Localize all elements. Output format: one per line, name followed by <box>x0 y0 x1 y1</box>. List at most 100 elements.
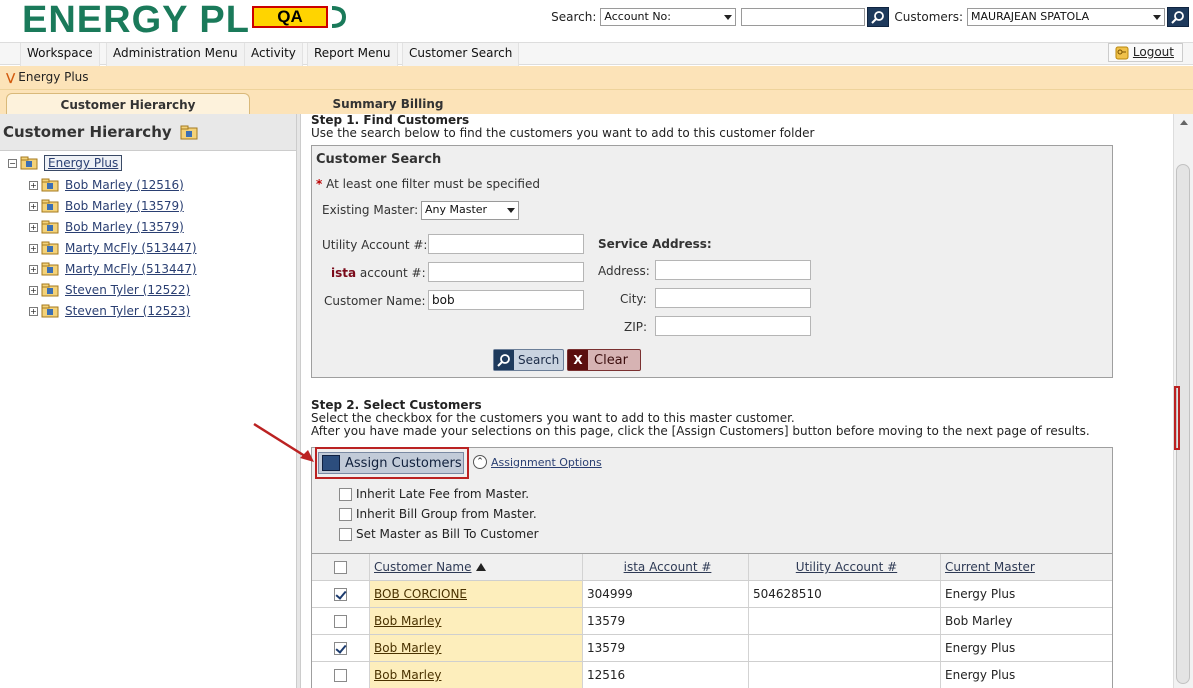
checkbox[interactable] <box>339 487 352 501</box>
double-chevron-down-icon[interactable]: ⋁ <box>6 71 15 84</box>
customer-link[interactable]: BOB CORCIONE <box>374 587 467 601</box>
customer-link[interactable]: Bob Marley <box>374 668 441 682</box>
collapse-icon[interactable]: − <box>8 158 17 168</box>
tree-item-label[interactable]: Bob Marley (13579) <box>65 220 184 234</box>
tree-item-label[interactable]: Marty McFly (513447) <box>65 262 197 276</box>
option-inherit-bill-group[interactable]: Inherit Bill Group from Master. <box>339 507 537 521</box>
cell-current-master: Energy Plus <box>945 587 1016 601</box>
ista-account-label-text: account #: <box>359 266 426 280</box>
expand-icon[interactable]: + <box>29 264 38 274</box>
row-checkbox[interactable] <box>334 587 347 601</box>
assign-customers-button[interactable]: Assign Customers <box>318 452 464 474</box>
clear-button-label: Clear <box>594 352 628 368</box>
expand-icon[interactable]: + <box>29 306 38 316</box>
search-input[interactable] <box>741 8 866 26</box>
utility-account-input[interactable] <box>428 234 584 254</box>
cell-current-master: Energy Plus <box>945 668 1016 682</box>
breadcrumb-label[interactable]: Energy Plus <box>18 70 88 84</box>
expand-icon[interactable]: + <box>29 180 38 190</box>
required-note-text: At least one filter must be specified <box>326 177 540 191</box>
row-checkbox[interactable] <box>334 614 347 628</box>
cell-ista-account: 13579 <box>583 635 749 661</box>
main-nav: Workspace Administration Menu Activity R… <box>0 42 1193 66</box>
ista-brand: ista <box>331 266 357 280</box>
checkbox[interactable] <box>339 507 352 521</box>
main-content: Step 1. Find Customers Use the search be… <box>302 114 1173 688</box>
search-icon <box>871 11 885 24</box>
option-inherit-late-fee[interactable]: Inherit Late Fee from Master. <box>339 487 529 501</box>
checkbox[interactable] <box>339 527 352 541</box>
tree-item-label[interactable]: Steven Tyler (12523) <box>65 304 190 318</box>
row-checkbox[interactable] <box>334 641 347 655</box>
select-all-checkbox[interactable] <box>334 560 347 574</box>
search-button-label: Search <box>518 353 560 367</box>
tree-item[interactable]: + Steven Tyler (12523) <box>29 302 190 320</box>
header-utility-account[interactable]: Utility Account # <box>749 554 941 580</box>
step2-title: Step 2. Select Customers <box>311 398 482 412</box>
tree-item-label[interactable]: Bob Marley (12516) <box>65 178 184 192</box>
search-button[interactable] <box>867 7 890 27</box>
hierarchy-panel-header: Customer Hierarchy <box>0 114 296 151</box>
tab-customer-hierarchy[interactable]: Customer Hierarchy <box>6 93 250 115</box>
cell-current-master: Energy Plus <box>945 641 1016 655</box>
tree-item[interactable]: + Bob Marley (12516) <box>29 176 184 194</box>
tree-item[interactable]: + Marty McFly (513447) <box>29 239 197 257</box>
form-search-button[interactable]: Search <box>493 349 565 371</box>
logout-button[interactable]: Logout <box>1107 43 1183 62</box>
nav-administration-menu[interactable]: Administration Menu <box>106 43 245 66</box>
nav-workspace[interactable]: Workspace <box>20 43 100 66</box>
tree-item[interactable]: + Marty McFly (513447) <box>29 260 197 278</box>
tree-item-label[interactable]: Steven Tyler (12522) <box>65 283 190 297</box>
tree-root-label[interactable]: Energy Plus <box>44 155 123 171</box>
customer-search-form: Customer Search * At least one filter mu… <box>311 145 1113 378</box>
assignment-options-label: Assignment Options <box>491 455 602 469</box>
customer-link[interactable]: Bob Marley <box>374 614 441 628</box>
nav-activity[interactable]: Activity <box>244 43 303 66</box>
chevron-down-icon <box>507 208 515 213</box>
city-input[interactable] <box>655 288 811 308</box>
assignment-options-toggle[interactable]: ⌃ Assignment Options <box>473 455 602 469</box>
key-icon <box>1115 46 1129 59</box>
zip-input[interactable] <box>655 316 811 336</box>
cell-customer-name: Bob Marley <box>370 608 583 634</box>
ista-account-input[interactable] <box>428 262 584 282</box>
required-note: * At least one filter must be specified <box>316 177 540 191</box>
grid-header-row: Customer Name ista Account # Utility Acc… <box>312 554 1112 581</box>
header-current-master[interactable]: Current Master <box>941 554 1112 580</box>
address-input[interactable] <box>655 260 811 280</box>
nav-report-menu[interactable]: Report Menu <box>307 43 398 66</box>
header-customer-name[interactable]: Customer Name <box>370 554 583 580</box>
folder-icon <box>41 220 59 234</box>
tree-item-label[interactable]: Marty McFly (513447) <box>65 241 197 255</box>
expand-icon[interactable]: + <box>29 243 38 253</box>
header-ista-account[interactable]: ista Account # <box>583 554 749 580</box>
main-scrollbar[interactable] <box>1173 114 1193 688</box>
scroll-up-icon[interactable] <box>1180 120 1188 125</box>
customer-name-input[interactable]: bob <box>428 290 584 310</box>
tree-item-label[interactable]: Bob Marley (13579) <box>65 199 184 213</box>
tree-root[interactable]: − Energy Plus <box>8 154 123 172</box>
step2-description-1: Select the checkbox for the customers yo… <box>311 411 795 425</box>
form-clear-button[interactable]: X Clear <box>567 349 641 371</box>
tree-item[interactable]: + Bob Marley (13579) <box>29 218 184 236</box>
option-label: Inherit Bill Group from Master. <box>356 507 537 521</box>
row-checkbox[interactable] <box>334 668 347 682</box>
expand-icon[interactable]: + <box>29 285 38 295</box>
expand-icon[interactable]: + <box>29 201 38 211</box>
nav-customer-search[interactable]: Customer Search <box>402 43 520 66</box>
folder-icon <box>41 241 59 255</box>
search-type-select[interactable]: Account No: <box>600 8 737 26</box>
tab-summary-billing[interactable]: Summary Billing <box>262 93 514 115</box>
hierarchy-folder-icon[interactable] <box>180 124 198 140</box>
panel-splitter[interactable] <box>297 114 301 688</box>
tree-item[interactable]: + Steven Tyler (12522) <box>29 281 190 299</box>
customer-link[interactable]: Bob Marley <box>374 641 441 655</box>
existing-master-select[interactable]: Any Master <box>421 201 519 220</box>
option-set-bill-to[interactable]: Set Master as Bill To Customer <box>339 527 539 541</box>
cell-ista-account: 13579 <box>583 608 749 634</box>
tree-item[interactable]: + Bob Marley (13579) <box>29 197 184 215</box>
expand-icon[interactable]: + <box>29 222 38 232</box>
customer-select[interactable]: MAURAJEAN SPATOLA <box>967 8 1165 26</box>
customer-search-button[interactable] <box>1167 7 1189 27</box>
folder-icon <box>41 304 59 318</box>
